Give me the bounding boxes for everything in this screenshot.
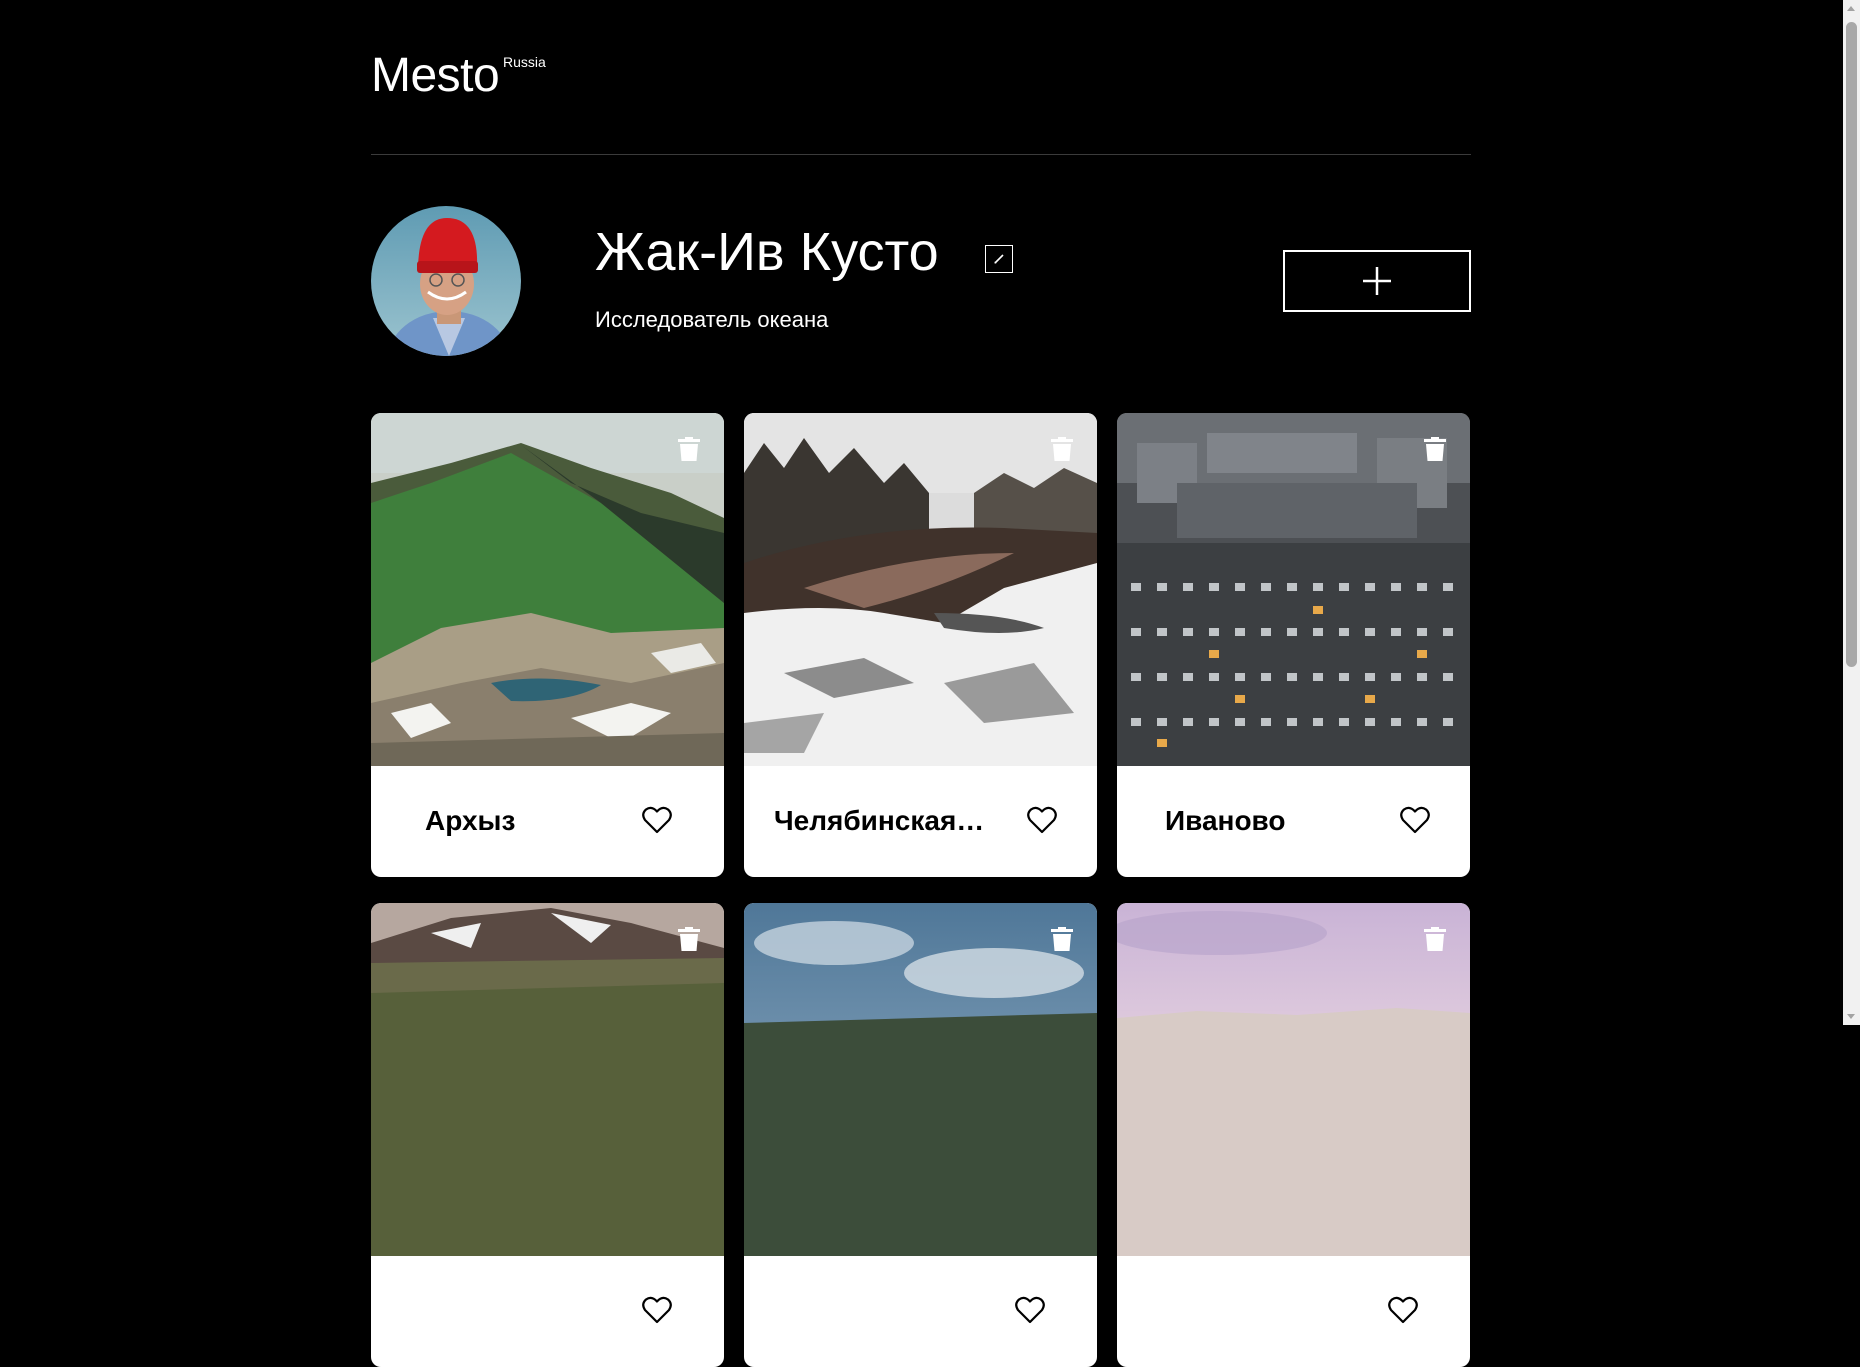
trash-icon[interactable]: [1051, 437, 1073, 461]
card-image[interactable]: [1117, 413, 1470, 766]
plus-icon: [1363, 267, 1391, 295]
card-footer: Архыз: [371, 766, 724, 877]
trash-icon[interactable]: [1424, 437, 1446, 461]
card-image[interactable]: [744, 903, 1097, 1256]
card: [744, 903, 1097, 1367]
profile-name: Жак-Ив Кусто: [595, 222, 939, 282]
add-card-button[interactable]: [1283, 250, 1471, 312]
logo-region: Russia: [503, 54, 546, 70]
card-footer: Иваново: [1117, 766, 1470, 877]
card-footer: [1117, 1256, 1470, 1367]
card-image[interactable]: [1117, 903, 1470, 1256]
card: [1117, 903, 1470, 1367]
card: Архыз: [371, 413, 724, 877]
pencil-icon: [994, 254, 1004, 264]
page: Mesto Russia Жак-Ив Кусто Исследователь …: [371, 0, 1471, 1367]
scroll-up-arrow-icon[interactable]: [1847, 6, 1855, 11]
scroll-thumb[interactable]: [1846, 22, 1857, 667]
profile-about: Исследователь океана: [595, 307, 829, 332]
cards-grid: Архыз Челябинская о Иваново: [371, 413, 1471, 1367]
heart-icon[interactable]: [642, 1296, 672, 1324]
heart-icon[interactable]: [1015, 1296, 1045, 1324]
card-footer: Челябинская область: [744, 766, 1097, 877]
card-image[interactable]: [371, 413, 724, 766]
scrollbar[interactable]: [1843, 0, 1860, 1025]
card-title: Архыз: [425, 805, 516, 836]
heart-icon[interactable]: [642, 806, 672, 834]
trash-icon[interactable]: [678, 437, 700, 461]
scroll-down-arrow-icon[interactable]: [1847, 1014, 1855, 1019]
heart-icon[interactable]: [1388, 1296, 1418, 1324]
logo[interactable]: Mesto: [371, 52, 500, 100]
card-title: Иваново: [1165, 805, 1286, 836]
trash-icon[interactable]: [1424, 927, 1446, 951]
card: [371, 903, 724, 1367]
card-image[interactable]: [371, 903, 724, 1256]
card-image[interactable]: [744, 413, 1097, 766]
header: Mesto Russia: [371, 0, 1471, 155]
card: Иваново: [1117, 413, 1470, 877]
avatar[interactable]: [371, 206, 521, 356]
card-footer: [744, 1256, 1097, 1367]
edit-profile-button[interactable]: [985, 245, 1013, 273]
profile: Жак-Ив Кусто Исследователь океана: [371, 155, 1471, 413]
card-title: Челябинская область: [774, 805, 990, 836]
trash-icon[interactable]: [1051, 927, 1073, 951]
heart-icon[interactable]: [1027, 806, 1057, 834]
card: Челябинская область: [744, 413, 1097, 877]
trash-icon[interactable]: [678, 927, 700, 951]
card-footer: [371, 1256, 724, 1367]
heart-icon[interactable]: [1400, 806, 1430, 834]
